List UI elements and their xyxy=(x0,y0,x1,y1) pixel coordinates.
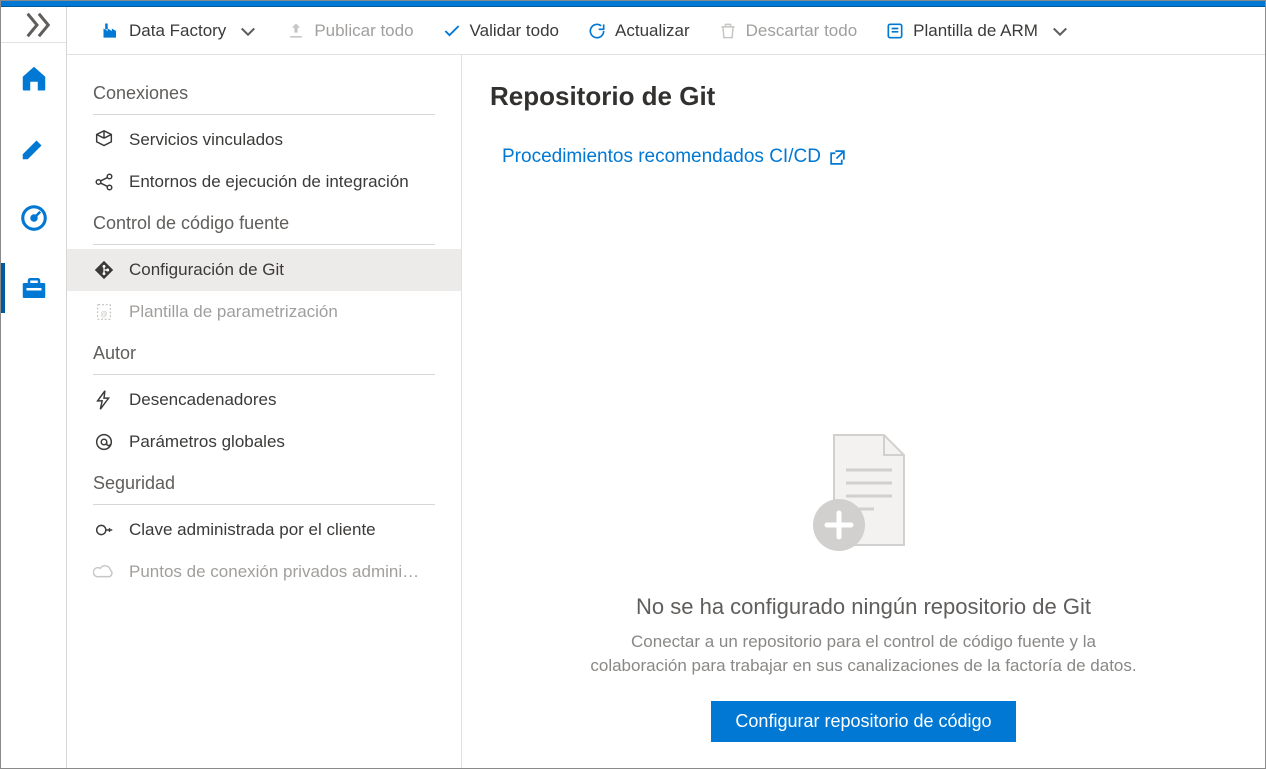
item-integration-runtimes[interactable]: Entornos de ejecución de integración xyxy=(67,161,461,203)
top-toolbar: Data Factory Publicar todo Validar todo … xyxy=(67,7,1265,55)
item-global-params[interactable]: Parámetros globales xyxy=(67,421,461,463)
at-icon xyxy=(93,431,115,453)
item-private-endpoints: Puntos de conexión privados admini… xyxy=(67,551,461,593)
empty-text: Conectar a un repositorio para el contro… xyxy=(584,630,1144,679)
publish-all-button: Publicar todo xyxy=(274,15,425,47)
bolt-icon xyxy=(93,389,115,411)
item-triggers[interactable]: Desencadenadores xyxy=(67,379,461,421)
toolbox-icon xyxy=(19,273,49,303)
group-security-title: Seguridad xyxy=(67,463,461,500)
git-icon xyxy=(93,259,115,281)
document-plus-illustration xyxy=(789,415,939,568)
empty-state: No se ha configurado ningún repositorio … xyxy=(490,168,1237,748)
trash-icon xyxy=(718,21,738,41)
home-icon xyxy=(19,63,49,93)
arm-template-icon xyxy=(885,21,905,41)
expand-rail-button[interactable] xyxy=(1,7,66,43)
chevron-down-icon xyxy=(238,21,258,41)
chevron-down-icon xyxy=(1050,21,1070,41)
group-source-control-title: Control de código fuente xyxy=(67,203,461,240)
rail-monitor[interactable] xyxy=(1,183,66,253)
group-connections-title: Conexiones xyxy=(67,73,461,110)
factory-icon xyxy=(101,21,121,41)
gauge-icon xyxy=(19,203,49,233)
validate-all-button[interactable]: Validar todo xyxy=(430,15,571,47)
svg-text:@: @ xyxy=(100,310,107,319)
group-author-title: Autor xyxy=(67,333,461,370)
rail-home[interactable] xyxy=(1,43,66,113)
network-icon xyxy=(93,171,115,193)
chevron-double-right-icon xyxy=(22,10,52,40)
key-icon xyxy=(93,519,115,541)
discard-all-button: Descartar todo xyxy=(706,15,870,47)
item-git-config[interactable]: Configuración de Git xyxy=(67,249,461,291)
rail-manage[interactable] xyxy=(1,253,66,323)
detail-pane: Repositorio de Git Procedimientos recome… xyxy=(462,55,1265,768)
refresh-button[interactable]: Actualizar xyxy=(575,15,702,47)
template-icon: @ xyxy=(93,301,115,323)
page-title: Repositorio de Git xyxy=(490,81,1237,112)
cloud-lock-icon xyxy=(93,561,115,583)
configure-repo-button[interactable]: Configurar repositorio de código xyxy=(711,701,1015,742)
app-dropdown[interactable]: Data Factory xyxy=(89,15,270,47)
check-icon xyxy=(442,21,462,41)
refresh-icon xyxy=(587,21,607,41)
cube-icon xyxy=(93,129,115,151)
rail-author[interactable] xyxy=(1,113,66,183)
cicd-best-practices-link[interactable]: Procedimientos recomendados CI/CD xyxy=(502,146,1237,168)
left-rail xyxy=(1,7,67,768)
external-link-icon xyxy=(829,149,846,166)
item-param-template: @ Plantilla de parametrización xyxy=(67,291,461,333)
upload-icon xyxy=(286,21,306,41)
item-cmk[interactable]: Clave administrada por el cliente xyxy=(67,509,461,551)
settings-panel: Conexiones Servicios vinculados Entornos… xyxy=(67,55,462,768)
empty-title: No se ha configurado ningún repositorio … xyxy=(636,594,1091,620)
pencil-icon xyxy=(19,133,49,163)
item-linked-services[interactable]: Servicios vinculados xyxy=(67,119,461,161)
app-label: Data Factory xyxy=(129,21,226,41)
arm-template-dropdown[interactable]: Plantilla de ARM xyxy=(873,15,1082,47)
